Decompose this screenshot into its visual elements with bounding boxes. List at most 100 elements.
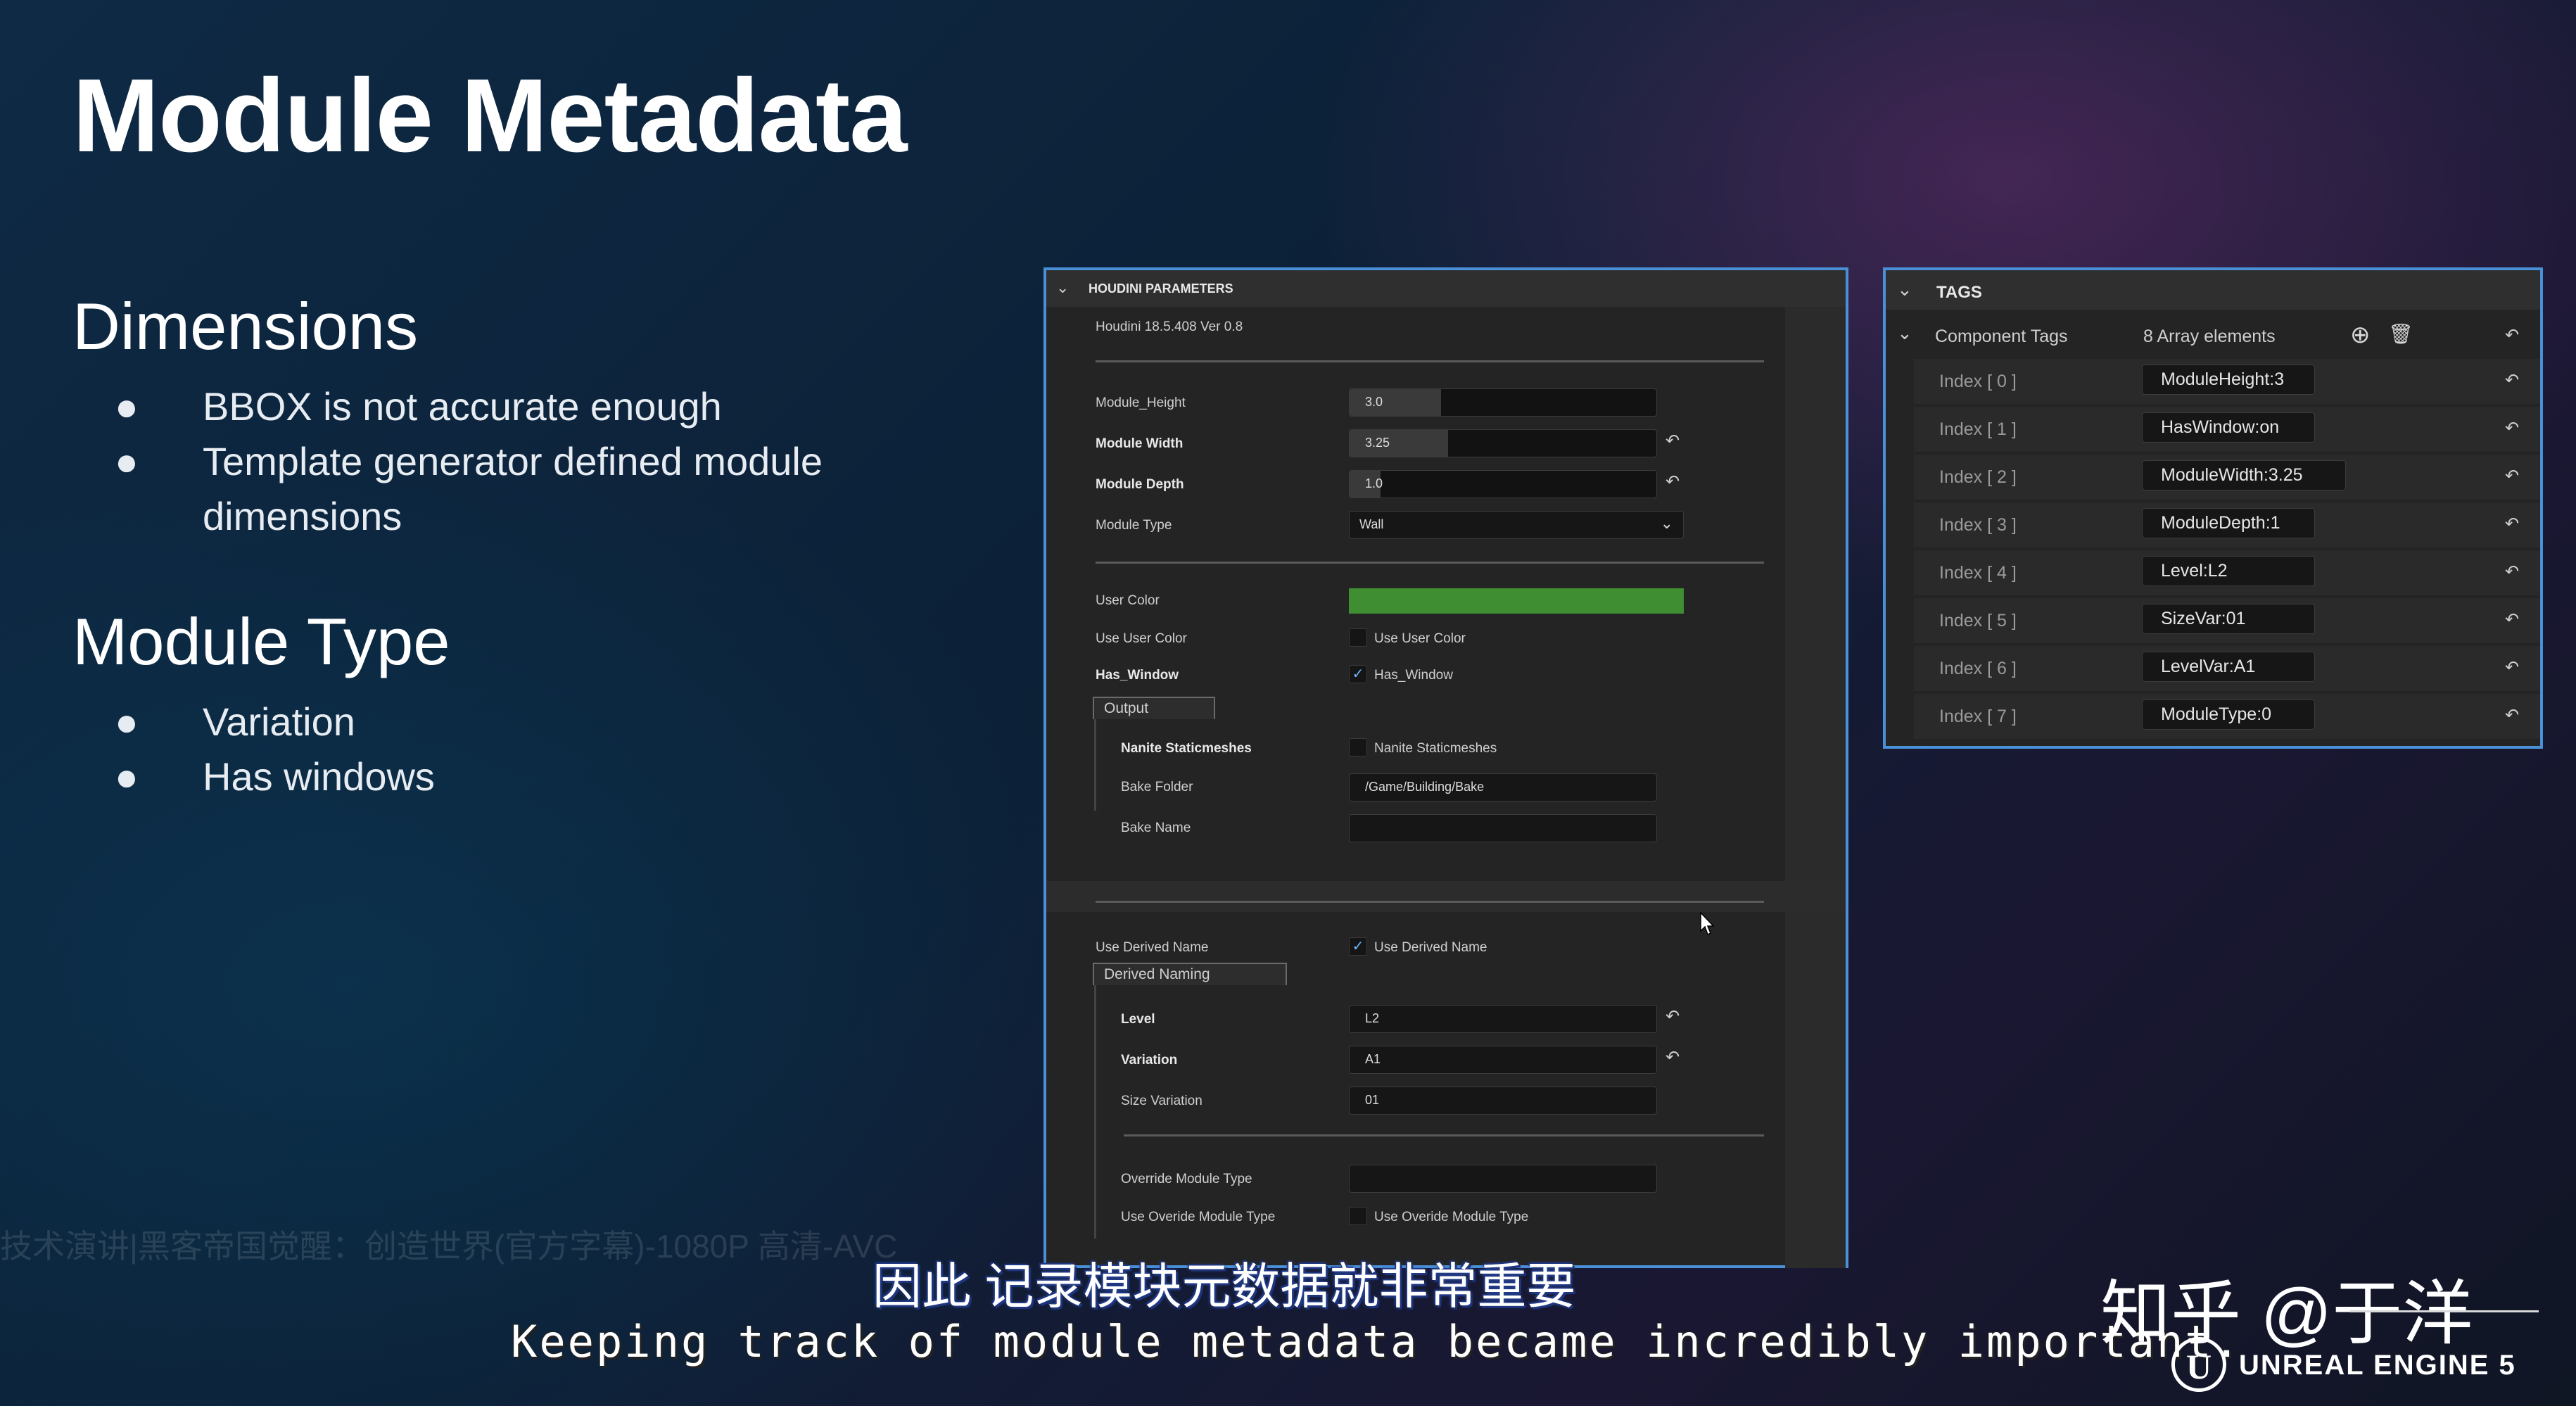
panel-header[interactable]: ⌄ TAGS xyxy=(1886,270,2540,310)
param-label: Module_Height xyxy=(1096,395,1186,410)
bake-name-input[interactable] xyxy=(1349,814,1657,842)
param-label: Nanite Staticmeshes xyxy=(1121,741,1252,756)
bullet-dot: ● xyxy=(115,699,139,744)
group-indent-line xyxy=(1094,985,1096,1239)
reset-icon[interactable]: ↶ xyxy=(2505,370,2519,391)
param-label: Module Depth xyxy=(1096,477,1184,492)
unreal-logo-icon: U xyxy=(2171,1337,2226,1392)
param-label: Module Type xyxy=(1096,518,1172,533)
component-tags-row[interactable]: ⌄ Component Tags 8 Array elements ⊕ 🗑 ↶ xyxy=(1886,315,2540,355)
tag-row: Index [ 0 ] ModuleHeight:3 ↶ xyxy=(1914,359,2540,404)
param-label: Has_Window xyxy=(1096,668,1179,683)
bake-folder-input[interactable]: /Game/Building/Bake xyxy=(1349,773,1657,802)
component-tags-label: Component Tags xyxy=(1935,327,2068,346)
input-value: L2 xyxy=(1365,1011,1380,1025)
tag-value-input[interactable]: Level:L2 xyxy=(2142,556,2315,586)
reset-icon[interactable]: ↶ xyxy=(2505,325,2519,346)
tag-value-input[interactable]: LevelVar:A1 xyxy=(2142,652,2315,682)
zhihu-watermark: 知乎 @于洋 xyxy=(2100,1274,2473,1353)
reset-icon[interactable]: ↶ xyxy=(2505,609,2519,630)
tags-panel: ⌄ TAGS ⌄ Component Tags 8 Array elements… xyxy=(1883,267,2543,749)
has-window-checkbox[interactable]: ✓ xyxy=(1349,665,1367,683)
group-indent-line xyxy=(1094,719,1096,811)
tag-index: Index [ 3 ] xyxy=(1939,515,2017,535)
param-label: Use Derived Name xyxy=(1096,940,1209,955)
tag-index: Index [ 2 ] xyxy=(1939,467,2017,487)
param-label: Bake Folder xyxy=(1121,780,1193,794)
tag-index: Index [ 6 ] xyxy=(1939,659,2017,678)
tag-row: Index [ 6 ] LevelVar:A1 ↶ xyxy=(1914,646,2540,691)
trash-icon[interactable]: 🗑 xyxy=(2388,322,2413,346)
param-label: Level xyxy=(1121,1012,1155,1027)
tag-row: Index [ 4 ] Level:L2 ↶ xyxy=(1914,550,2540,595)
chevron-down-icon[interactable]: ⌄ xyxy=(1897,279,1912,300)
tag-value-input[interactable]: ModuleHeight:3 xyxy=(2142,365,2315,395)
chevron-down-icon: ⌄ xyxy=(1660,514,1673,532)
input-value: 01 xyxy=(1365,1093,1380,1107)
variation-input[interactable]: A1 xyxy=(1349,1046,1657,1074)
panel-right-gutter xyxy=(1785,307,1846,1268)
reset-icon[interactable]: ↶ xyxy=(2505,514,2519,534)
reset-icon[interactable]: ↶ xyxy=(2505,705,2519,726)
subtitle-chinese: 因此 记录模块元数据就非常重要 xyxy=(873,1259,1576,1314)
override-module-type-input[interactable] xyxy=(1349,1165,1657,1193)
slide-title: Module Metadata xyxy=(72,58,908,174)
reset-icon[interactable]: ↶ xyxy=(2505,418,2519,438)
tag-row: Index [ 3 ] ModuleDepth:1 ↶ xyxy=(1914,502,2540,547)
engine-wordmark: UNREAL ENGINE 5 xyxy=(2239,1350,2516,1381)
subtitle-english: Keeping track of module metadata became … xyxy=(511,1316,2242,1367)
size-variation-input[interactable]: 01 xyxy=(1349,1087,1657,1115)
tag-value-input[interactable]: HasWindow:on xyxy=(2142,412,2315,443)
chevron-down-icon[interactable]: ⌄ xyxy=(1897,322,1912,344)
tag-index: Index [ 7 ] xyxy=(1939,707,2017,726)
tag-value-input[interactable]: ModuleDepth:1 xyxy=(2142,508,2315,538)
reset-icon[interactable]: ↶ xyxy=(2505,657,2519,678)
param-label: Size Variation xyxy=(1121,1094,1203,1108)
param-label: Variation xyxy=(1121,1053,1178,1068)
use-user-color-checkbox[interactable] xyxy=(1349,628,1367,647)
tag-value-input[interactable]: SizeVar:01 xyxy=(2142,604,2315,634)
tag-value-input[interactable]: ModuleType:0 xyxy=(2142,699,2315,730)
output-tab[interactable]: Output xyxy=(1093,697,1215,719)
watermark-underline xyxy=(2350,1310,2539,1312)
reset-icon[interactable]: ↶ xyxy=(1665,471,1680,492)
bullet-dot: ● xyxy=(115,384,139,429)
input-value: A1 xyxy=(1365,1052,1381,1066)
dropdown-value: Wall xyxy=(1359,517,1384,531)
use-override-module-type-checkbox[interactable] xyxy=(1349,1207,1367,1225)
divider xyxy=(1096,360,1764,362)
user-color-swatch[interactable] xyxy=(1349,588,1684,614)
bullet-dot: ● xyxy=(115,439,139,483)
module-width-slider[interactable]: 3.25 xyxy=(1349,429,1657,457)
section-band xyxy=(1046,881,1846,912)
checkbox-label: Has_Window xyxy=(1374,668,1453,683)
bullet-text: Has windows xyxy=(203,754,435,799)
array-count: 8 Array elements xyxy=(2143,327,2276,346)
panel-header[interactable]: ⌄ HOUDINI PARAMETERS xyxy=(1046,270,1846,307)
param-label: Use Overide Module Type xyxy=(1121,1210,1276,1224)
tab-label: Output xyxy=(1104,700,1149,716)
add-element-icon[interactable]: ⊕ xyxy=(2350,321,2371,349)
derived-naming-tab[interactable]: Derived Naming xyxy=(1093,963,1287,985)
reset-icon[interactable]: ↶ xyxy=(1665,1047,1680,1068)
use-derived-name-checkbox[interactable]: ✓ xyxy=(1349,937,1367,956)
slider-fill xyxy=(1350,389,1441,416)
nanite-checkbox[interactable] xyxy=(1349,738,1367,756)
slider-fill xyxy=(1350,430,1448,457)
module-height-slider[interactable]: 3.0 xyxy=(1349,388,1657,417)
reset-icon[interactable]: ↶ xyxy=(2505,562,2519,582)
reset-icon[interactable]: ↶ xyxy=(1665,431,1680,451)
bullet-text: Template generator defined module xyxy=(203,439,823,483)
tag-row: Index [ 7 ] ModuleType:0 ↶ xyxy=(1914,694,2540,739)
bullet-text: BBOX is not accurate enough xyxy=(203,384,722,429)
module-type-dropdown[interactable]: Wall ⌄ xyxy=(1349,511,1684,539)
level-input[interactable]: L2 xyxy=(1349,1005,1657,1033)
reset-icon[interactable]: ↶ xyxy=(2505,466,2519,486)
chevron-down-icon[interactable]: ⌄ xyxy=(1056,279,1069,297)
reset-icon[interactable]: ↶ xyxy=(1665,1006,1680,1027)
tag-value-input[interactable]: ModuleWidth:3.25 xyxy=(2142,460,2346,490)
bullet-dot: ● xyxy=(115,754,139,799)
module-depth-slider[interactable]: 1.0 xyxy=(1349,470,1657,498)
input-value: /Game/Building/Bake xyxy=(1365,780,1485,794)
checkbox-label: Use Overide Module Type xyxy=(1374,1210,1529,1224)
